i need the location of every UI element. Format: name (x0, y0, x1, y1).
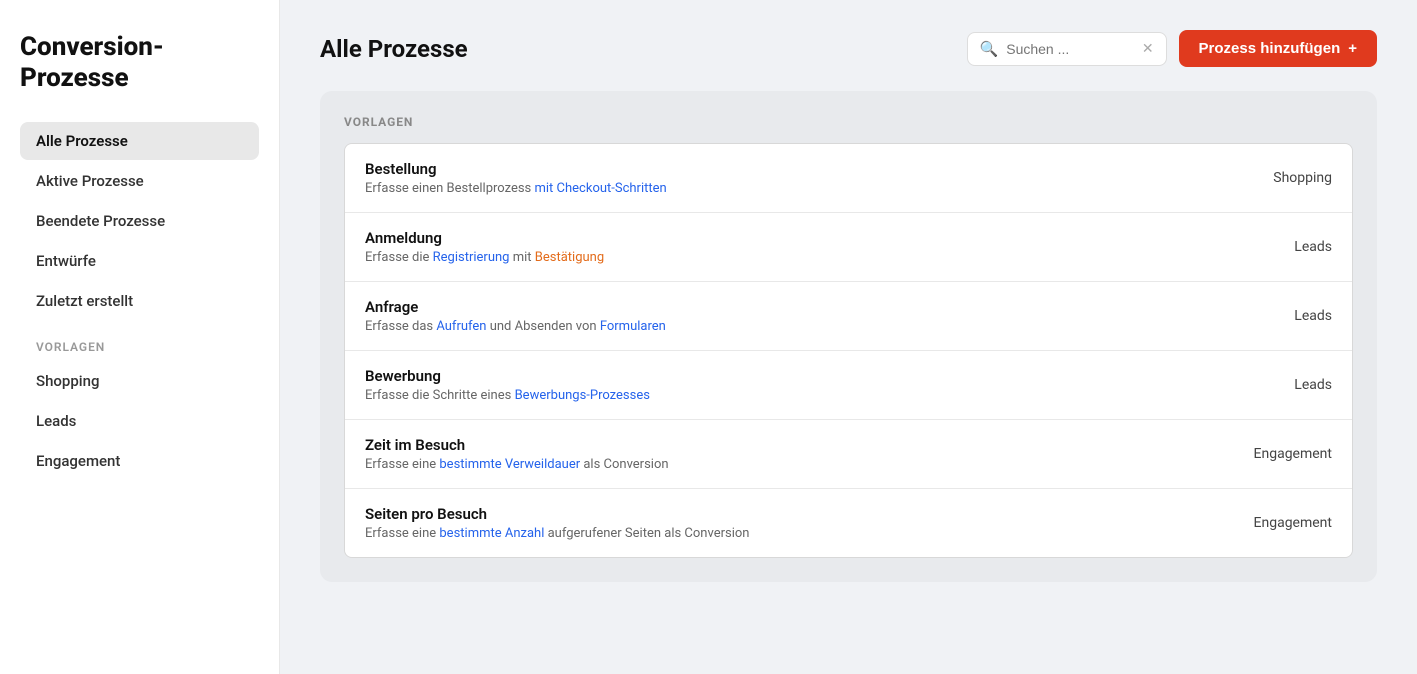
process-info-anfrage: Anfrage Erfasse das Aufrufen und Absende… (365, 298, 666, 334)
link-aufrufen: Aufrufen (436, 319, 486, 334)
process-desc-anfrage: Erfasse das Aufrufen und Absenden von Fo… (365, 319, 666, 334)
process-item-anfrage[interactable]: Anfrage Erfasse das Aufrufen und Absende… (345, 282, 1352, 351)
link-registrierung: Registrierung (433, 250, 510, 265)
link-verweildauer: bestimmte Verweildauer (439, 457, 580, 472)
main-header: Alle Prozesse 🔍 ✕ Prozess hinzufügen + (320, 30, 1377, 67)
process-desc-anmeldung: Erfasse die Registrierung mit Bestätigun… (365, 250, 604, 265)
process-item-seiten-pro-besuch[interactable]: Seiten pro Besuch Erfasse eine bestimmte… (345, 489, 1352, 557)
sidebar: Conversion-Prozesse Alle Prozesse Aktive… (0, 0, 280, 674)
process-item-anmeldung[interactable]: Anmeldung Erfasse die Registrierung mit … (345, 213, 1352, 282)
process-category-bestellung: Shopping (1212, 170, 1332, 186)
sidebar-item-zuletzt-erstellt[interactable]: Zuletzt erstellt (20, 282, 259, 320)
process-name-zeit: Zeit im Besuch (365, 436, 669, 454)
sidebar-templates-label: VORLAGEN (20, 322, 259, 360)
sidebar-nav: Alle Prozesse Aktive Prozesse Beendete P… (20, 122, 259, 480)
search-icon: 🔍 (980, 40, 999, 58)
content-area: VORLAGEN Bestellung Erfasse einen Bestel… (320, 91, 1377, 582)
process-name-seiten: Seiten pro Besuch (365, 505, 749, 523)
sidebar-item-alle-prozesse[interactable]: Alle Prozesse (20, 122, 259, 160)
link-checkout: mit Checkout-Schritten (535, 181, 667, 196)
process-name-anfrage: Anfrage (365, 298, 666, 316)
process-list: Bestellung Erfasse einen Bestellprozess … (344, 143, 1353, 558)
add-button-label: Prozess hinzufügen (1199, 40, 1341, 57)
search-box[interactable]: 🔍 ✕ (967, 32, 1167, 66)
process-category-zeit: Engagement (1212, 446, 1332, 462)
process-desc-bestellung: Erfasse einen Bestellprozess mit Checkou… (365, 181, 667, 196)
process-item-bewerbung[interactable]: Bewerbung Erfasse die Schritte eines Bew… (345, 351, 1352, 420)
app-title: Conversion-Prozesse (20, 32, 259, 94)
main-content: Alle Prozesse 🔍 ✕ Prozess hinzufügen + V… (280, 0, 1417, 674)
process-category-seiten: Engagement (1212, 515, 1332, 531)
process-desc-seiten: Erfasse eine bestimmte Anzahl aufgerufen… (365, 526, 749, 541)
header-actions: 🔍 ✕ Prozess hinzufügen + (967, 30, 1377, 67)
process-info-zeit: Zeit im Besuch Erfasse eine bestimmte Ve… (365, 436, 669, 472)
process-name-bewerbung: Bewerbung (365, 367, 650, 385)
process-name-bestellung: Bestellung (365, 160, 667, 178)
link-bewerbung: Bewerbungs-Prozesses (515, 388, 650, 403)
process-item-zeit-im-besuch[interactable]: Zeit im Besuch Erfasse eine bestimmte Ve… (345, 420, 1352, 489)
sidebar-item-shopping[interactable]: Shopping (20, 362, 259, 400)
sidebar-item-entwuerfe[interactable]: Entwürfe (20, 242, 259, 280)
link-bestaetigung: Bestätigung (535, 250, 604, 265)
vorlagen-label: VORLAGEN (344, 115, 1353, 129)
sidebar-item-beendete-prozesse[interactable]: Beendete Prozesse (20, 202, 259, 240)
add-process-button[interactable]: Prozess hinzufügen + (1179, 30, 1377, 67)
process-item-bestellung[interactable]: Bestellung Erfasse einen Bestellprozess … (345, 144, 1352, 213)
process-desc-bewerbung: Erfasse die Schritte eines Bewerbungs-Pr… (365, 388, 650, 403)
sidebar-item-leads[interactable]: Leads (20, 402, 259, 440)
page-title: Alle Prozesse (320, 35, 468, 63)
sidebar-item-aktive-prozesse[interactable]: Aktive Prozesse (20, 162, 259, 200)
process-category-bewerbung: Leads (1212, 377, 1332, 393)
process-category-anmeldung: Leads (1212, 239, 1332, 255)
process-name-anmeldung: Anmeldung (365, 229, 604, 247)
process-info-anmeldung: Anmeldung Erfasse die Registrierung mit … (365, 229, 604, 265)
search-input[interactable] (1006, 41, 1134, 57)
search-clear-icon[interactable]: ✕ (1142, 41, 1154, 57)
sidebar-item-engagement[interactable]: Engagement (20, 442, 259, 480)
process-info-bestellung: Bestellung Erfasse einen Bestellprozess … (365, 160, 667, 196)
plus-icon: + (1348, 40, 1357, 57)
process-desc-zeit: Erfasse eine bestimmte Verweildauer als … (365, 457, 669, 472)
process-category-anfrage: Leads (1212, 308, 1332, 324)
link-anzahl: bestimmte Anzahl (439, 526, 544, 541)
process-info-seiten: Seiten pro Besuch Erfasse eine bestimmte… (365, 505, 749, 541)
link-formularen: Formularen (600, 319, 666, 334)
process-info-bewerbung: Bewerbung Erfasse die Schritte eines Bew… (365, 367, 650, 403)
